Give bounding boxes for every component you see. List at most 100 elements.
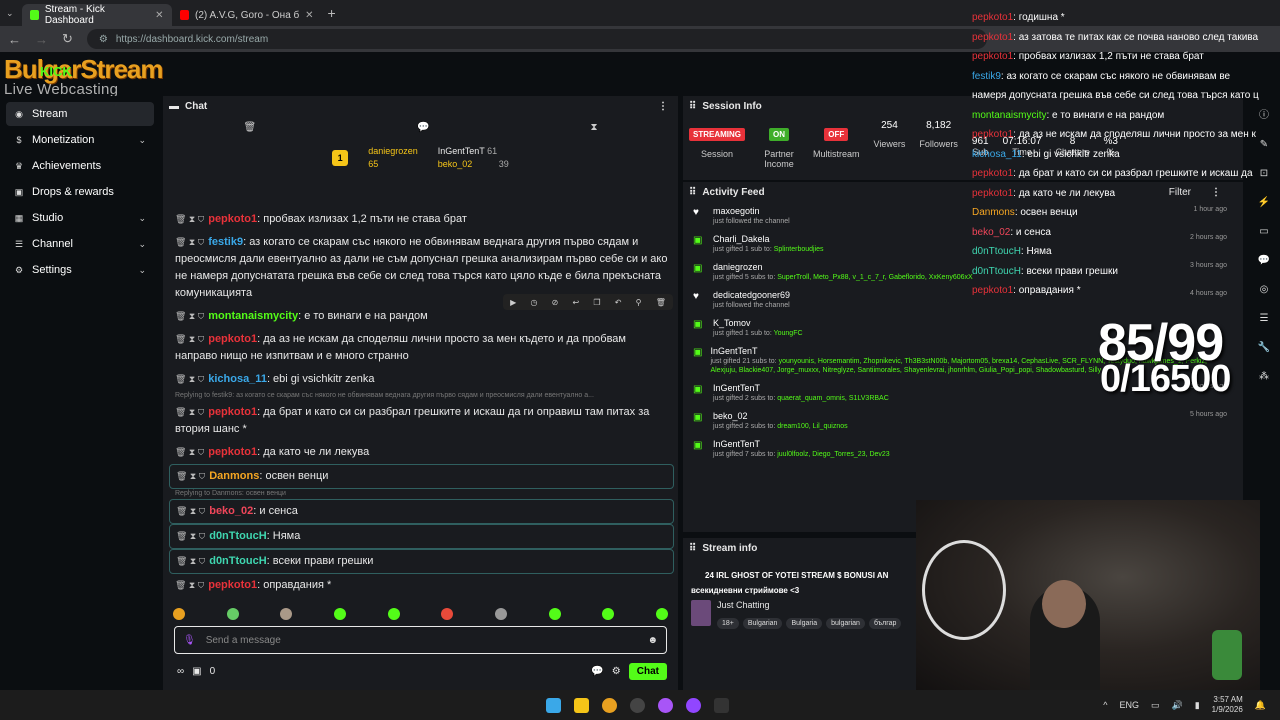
moderation-tools-icon[interactable]: 🗑 ⧗ ⛉	[175, 447, 204, 457]
sidebar-item-drops[interactable]: ▣ Drops & rewards	[6, 180, 154, 204]
twitch-icon[interactable]	[686, 697, 701, 713]
chat-message[interactable]: 🗑 ⧗ ⛉ pepkoto1: оправдания *	[169, 574, 674, 597]
chat-username[interactable]: pepkoto1	[208, 579, 257, 591]
activity-username[interactable]: InGentTenT	[713, 438, 890, 450]
clock-icon[interactable]: ◷	[530, 298, 537, 307]
notification-icon[interactable]: 🔔	[1255, 700, 1266, 711]
chat-username[interactable]: pepkoto1	[208, 213, 257, 225]
back-icon[interactable]: ←	[8, 32, 21, 47]
activity-username[interactable]: K_Tomov	[713, 317, 803, 329]
leaderboard-second-name[interactable]: InGentTenT	[438, 146, 485, 156]
emote-icon[interactable]	[280, 608, 293, 620]
activity-username[interactable]: maxoegotin	[713, 205, 790, 217]
chat-username[interactable]: pepkoto1	[208, 406, 257, 418]
moderation-tools-icon[interactable]: 🗑 ⧗ ⛉	[176, 556, 205, 566]
chat-username[interactable]: d0nTtoucH	[209, 555, 266, 567]
battery-icon[interactable]: ▮	[1195, 700, 1200, 711]
chat-username[interactable]: beko_02	[209, 505, 253, 517]
microphone-icon[interactable]: 🎙	[183, 635, 196, 646]
reply-icon[interactable]: ↩	[573, 298, 580, 307]
chat-message[interactable]: 🗑 ⧗ ⛉ beko_02: и сенса	[169, 499, 674, 524]
undo-icon[interactable]: ↶	[615, 298, 622, 307]
nodes-icon[interactable]: ⁂	[1259, 371, 1269, 382]
moderation-tools-icon[interactable]: 🗑 ⧗ ⛉	[175, 580, 204, 590]
forward-icon[interactable]: →	[35, 32, 48, 47]
chat-username[interactable]: d0nTtoucH	[209, 530, 266, 542]
gift-icon[interactable]: ▣	[192, 666, 201, 677]
chat-username[interactable]: kichosa_11	[208, 373, 267, 385]
grip-icon[interactable]: ⠿	[689, 187, 696, 198]
messenger-icon[interactable]	[658, 697, 673, 713]
moderation-tools-icon[interactable]: 🗑 ⧗ ⛉	[175, 214, 204, 224]
chat-username[interactable]: pepkoto1	[208, 446, 257, 458]
play-icon[interactable]: ▶	[510, 298, 516, 307]
sidebar-item-monetization[interactable]: $ Monetization ⌄	[6, 128, 154, 152]
grip-icon[interactable]: ⠿	[689, 101, 696, 112]
moderation-tools-icon[interactable]: 🗑 ⧗ ⛉	[176, 506, 205, 516]
activity-item[interactable]: ▣ beko_02 just gifted 2 subs to: dream100,…	[683, 407, 1243, 435]
chat-username[interactable]: montanaismycity	[208, 310, 298, 322]
file-explorer-icon[interactable]	[574, 697, 589, 713]
hourglass-icon[interactable]: ⧗	[591, 122, 598, 133]
windows-start-icon[interactable]	[546, 697, 561, 713]
chevron-up-icon[interactable]: ^	[1103, 700, 1107, 710]
emote-icon[interactable]	[333, 608, 346, 620]
activity-item[interactable]: ▣ InGentTenT just gifted 7 subs to: juul0l…	[683, 435, 1243, 463]
activity-username[interactable]: Charli_Dakela	[713, 233, 824, 245]
sidebar-item-studio[interactable]: ▦ Studio ⌄	[6, 206, 154, 230]
activity-username[interactable]: beko_02	[713, 410, 848, 422]
moderation-tools-icon[interactable]: 🗑 ⧗ ⛉	[175, 237, 204, 247]
partner-badge[interactable]: ON	[769, 128, 789, 141]
obs-icon[interactable]	[630, 697, 645, 713]
more-options-icon[interactable]: ⋮	[658, 101, 668, 112]
activity-username[interactable]: InGentTenT	[713, 382, 889, 394]
address-bar[interactable]: ⚙ https://dashboard.kick.com/stream	[86, 29, 987, 49]
moderation-tools-icon[interactable]: 🗑 ⧗ ⛉	[176, 471, 205, 481]
emote-icon[interactable]	[226, 608, 239, 620]
moderation-tools-icon[interactable]: 🗑 ⧗ ⛉	[176, 531, 205, 541]
moderation-tools-icon[interactable]: 🗑 ⧗ ⛉	[175, 334, 204, 344]
emote-icon[interactable]	[387, 608, 400, 620]
chrome-icon[interactable]	[602, 697, 617, 713]
moderation-tools-icon[interactable]: 🗑 ⧗ ⛉	[175, 407, 204, 417]
leaderboard-first-name[interactable]: daniegrozen	[368, 145, 418, 158]
moderation-tools-icon[interactable]: 🗑 ⧗ ⛉	[175, 311, 204, 321]
volume-icon[interactable]: 🔊	[1171, 700, 1182, 711]
close-tab-icon[interactable]: ✕	[155, 10, 163, 21]
trash-icon[interactable]: 🗑	[243, 122, 256, 133]
reload-icon[interactable]: ↻	[62, 31, 73, 47]
clock[interactable]: 3:57 AM 1/9/2026	[1212, 695, 1243, 715]
activity-username[interactable]: daniegrozen	[713, 261, 973, 273]
terminal-icon[interactable]	[714, 697, 729, 713]
emote-icon[interactable]	[655, 608, 668, 620]
delete-icon[interactable]: 🗑	[656, 298, 666, 307]
tools-icon[interactable]: 🔧	[1258, 342, 1270, 353]
pin-icon[interactable]: ⚲	[636, 298, 642, 307]
settings-icon[interactable]: ⚙	[612, 666, 621, 677]
tab-kick-dashboard[interactable]: Stream - Kick Dashboard ✕	[21, 4, 172, 26]
new-tab-icon[interactable]: +	[328, 5, 336, 21]
chat-username[interactable]: festik9	[208, 236, 243, 248]
emoji-icon[interactable]: ☻	[647, 635, 658, 646]
chat-bubble-icon[interactable]: 💬	[417, 122, 429, 133]
list-icon[interactable]: ☰	[1260, 313, 1269, 324]
multistream-badge[interactable]: OFF	[824, 128, 849, 141]
chat-message[interactable]: 🗑 ⧗ ⛉ d0nTtoucH: Няма	[169, 524, 674, 549]
chat-username[interactable]: pepkoto1	[208, 333, 257, 345]
moderation-tools-icon[interactable]: 🗑 ⧗ ⛉	[175, 374, 204, 384]
network-icon[interactable]: ▭	[1151, 700, 1160, 711]
chat-bubble-icon[interactable]: 💬	[591, 666, 603, 677]
chat-message[interactable]: 🗑 ⧗ ⛉ pepkoto1: да като че ли лекува	[169, 441, 674, 464]
chat-message[interactable]: 🗑 ⧗ ⛉ kichosa_11: ebi gi vsichkitr zenka	[169, 368, 674, 391]
stream-category[interactable]: Just Chatting	[717, 600, 905, 610]
chat-message[interactable]: 🗑 ⧗ ⛉ pepkoto1: да брат и като си си разб…	[169, 401, 674, 441]
sidebar-item-settings[interactable]: ⚙ Settings ⌄	[6, 258, 154, 282]
emote-icon[interactable]	[173, 608, 185, 620]
mute-icon[interactable]: ⊘	[552, 298, 559, 307]
sidebar-item-stream[interactable]: ◉ Stream	[6, 102, 154, 126]
emote-icon[interactable]	[548, 608, 561, 620]
tab-youtube[interactable]: (2) A.V.G, Goro - Она близко (… ✕	[172, 4, 322, 26]
tab-search-icon[interactable]: ⌄	[6, 8, 14, 19]
sidebar-item-channel[interactable]: ☰ Channel ⌄	[6, 232, 154, 256]
emote-icon[interactable]	[441, 608, 454, 620]
